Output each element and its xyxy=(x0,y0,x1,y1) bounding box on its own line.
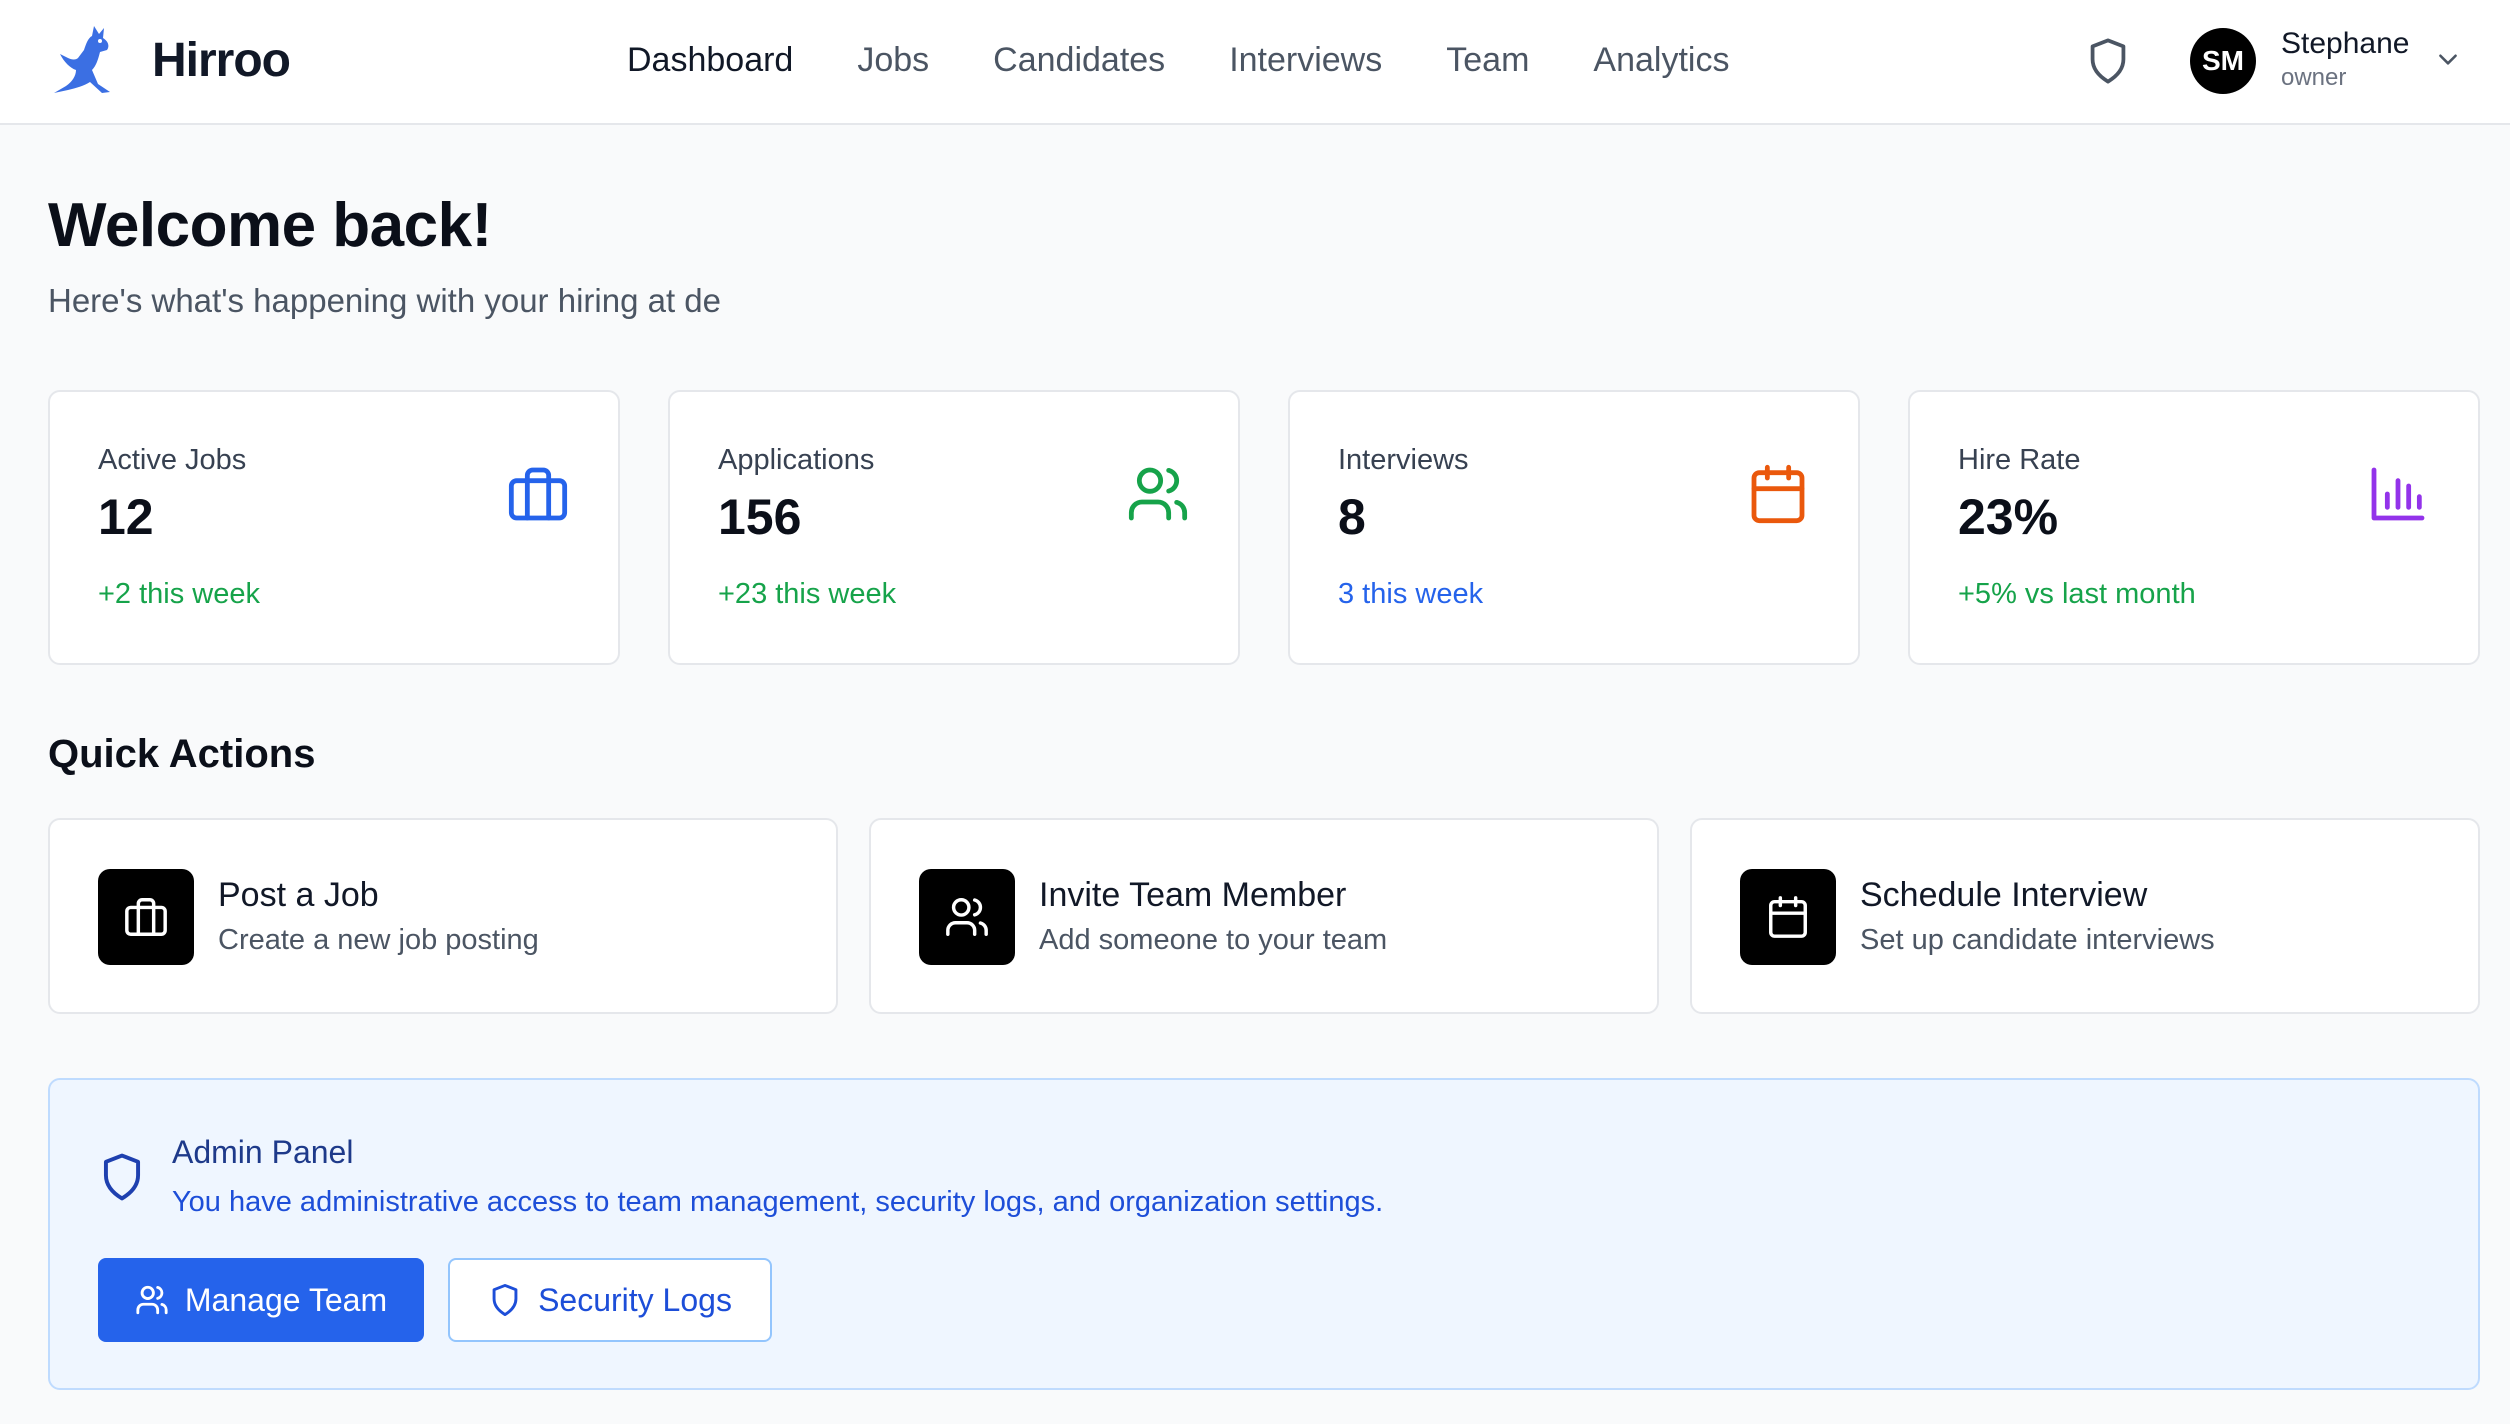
users-icon xyxy=(136,1285,168,1315)
brand-name: Hirroo xyxy=(152,33,291,87)
nav-analytics[interactable]: Analytics xyxy=(1561,36,1761,84)
stat-value: 156 xyxy=(718,489,802,545)
brand-logo[interactable]: Hirroo xyxy=(50,22,291,98)
user-role: owner xyxy=(2281,64,2347,91)
stat-card-hire-rate: Hire Rate 23% +5% vs last month xyxy=(1908,390,2480,665)
page-subtitle: Here's what's happening with your hiring… xyxy=(48,282,721,319)
briefcase-icon xyxy=(125,898,167,936)
security-logs-button[interactable]: Security Logs xyxy=(448,1258,772,1342)
stat-label: Active Jobs xyxy=(98,444,247,476)
user-menu[interactable]: Stephane owner xyxy=(2281,26,2409,94)
chevron-down-icon[interactable] xyxy=(2435,46,2461,72)
admin-panel: Admin Panel You have administrative acce… xyxy=(48,1078,2480,1390)
nav-dashboard[interactable]: Dashboard xyxy=(627,36,825,84)
stat-value: 23% xyxy=(1958,489,2059,545)
stat-card-active-jobs: Active Jobs 12 +2 this week xyxy=(48,390,620,665)
users-icon xyxy=(946,898,988,936)
stat-delta: +2 this week xyxy=(98,578,261,610)
briefcase-icon xyxy=(508,467,568,521)
action-title: Invite Team Member xyxy=(1039,876,1347,914)
stat-delta: 3 this week xyxy=(1338,578,1484,610)
manage-team-button[interactable]: Manage Team xyxy=(98,1258,424,1342)
calendar-icon xyxy=(1751,464,1805,524)
nav-team[interactable]: Team xyxy=(1414,36,1561,84)
bar-chart-icon xyxy=(2371,467,2425,521)
kangaroo-logo-icon xyxy=(54,26,110,93)
shield-icon xyxy=(103,1153,141,1201)
stat-value: 12 xyxy=(98,489,154,545)
users-icon xyxy=(1128,467,1188,521)
shield-icon xyxy=(492,1283,518,1317)
top-header: Hirroo Dashboard Jobs Candidates Intervi… xyxy=(0,0,2510,125)
stat-label: Interviews xyxy=(1338,444,1469,476)
user-name: Stephane xyxy=(2281,27,2410,60)
admin-panel-title: Admin Panel xyxy=(172,1134,354,1170)
page-title: Welcome back! xyxy=(48,191,492,260)
post-job-action[interactable]: Post a Job Create a new job posting xyxy=(48,818,838,1014)
quick-actions-title: Quick Actions xyxy=(48,732,316,776)
security-logs-label: Security Logs xyxy=(538,1281,732,1318)
stat-label: Hire Rate xyxy=(1958,444,2081,476)
manage-team-label: Manage Team xyxy=(184,1281,388,1318)
action-subtitle: Create a new job posting xyxy=(218,924,539,956)
action-title: Schedule Interview xyxy=(1860,876,2148,914)
action-subtitle: Set up candidate interviews xyxy=(1860,924,2215,956)
main-nav: Dashboard Jobs Candidates Interviews Tea… xyxy=(627,36,1761,84)
stat-label: Applications xyxy=(718,444,875,476)
nav-interviews[interactable]: Interviews xyxy=(1197,36,1414,84)
stat-value: 8 xyxy=(1338,489,1366,545)
stat-card-interviews: Interviews 8 3 this week xyxy=(1288,390,1860,665)
admin-panel-description: You have administrative access to team m… xyxy=(172,1186,1384,1218)
action-icon-tile xyxy=(1740,869,1836,965)
nav-candidates[interactable]: Candidates xyxy=(961,36,1197,84)
calendar-icon xyxy=(1769,896,1807,938)
stat-delta: +23 this week xyxy=(718,578,897,610)
stat-card-applications: Applications 156 +23 this week xyxy=(668,390,1240,665)
action-icon-tile xyxy=(919,869,1015,965)
action-icon-tile xyxy=(98,869,194,965)
action-title: Post a Job xyxy=(218,876,379,914)
schedule-interview-action[interactable]: Schedule Interview Set up candidate inte… xyxy=(1690,818,2480,1014)
nav-jobs[interactable]: Jobs xyxy=(825,36,961,84)
invite-team-member-action[interactable]: Invite Team Member Add someone to your t… xyxy=(869,818,1659,1014)
user-avatar[interactable]: SM xyxy=(2190,28,2256,94)
action-subtitle: Add someone to your team xyxy=(1039,924,1388,956)
shield-icon[interactable] xyxy=(2087,37,2129,85)
stat-delta: +5% vs last month xyxy=(1958,578,2196,610)
